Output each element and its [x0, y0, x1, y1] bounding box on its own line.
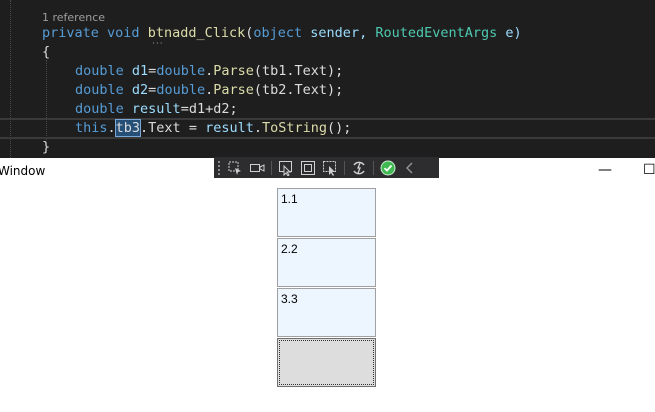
- track-focus-icon[interactable]: [319, 157, 341, 178]
- code-line-open-brace[interactable]: {: [42, 43, 50, 62]
- layout-adorner-icon[interactable]: [297, 157, 319, 178]
- maximize-button[interactable]: ☐: [643, 162, 655, 178]
- code-editor[interactable]: 1 reference private void btnadd_Click(ob…: [0, 0, 655, 158]
- code-line-d2[interactable]: double d2=double.Parse(tb2.Text);: [75, 81, 343, 100]
- in-app-debug-toolbar: [214, 157, 439, 178]
- code-line-close-brace[interactable]: }: [42, 138, 50, 157]
- suggestion-dots: ···: [152, 39, 164, 49]
- video-icon[interactable]: [246, 157, 268, 178]
- add-button[interactable]: [277, 338, 376, 387]
- toolbar-separator: [271, 160, 272, 175]
- textbox-tb2[interactable]: 2.2: [277, 238, 376, 287]
- code-line-signature[interactable]: private void btnadd_Click(object sender,…: [42, 24, 522, 43]
- selected-identifier[interactable]: tb3: [114, 119, 142, 137]
- minimize-button[interactable]: —: [598, 162, 612, 178]
- hot-reload-icon[interactable]: [348, 157, 370, 178]
- pointer-icon[interactable]: [275, 157, 297, 178]
- code-line-result[interactable]: double result=d1+d2;: [75, 100, 238, 119]
- toolbar-separator: [373, 160, 374, 175]
- textbox-tb1[interactable]: 1.1: [277, 188, 376, 237]
- window-title: Window: [0, 164, 46, 178]
- code-line-assign[interactable]: this.tb3.Text = result.ToString();: [75, 119, 351, 138]
- check-icon[interactable]: [377, 157, 399, 178]
- textbox-value: 3.3: [281, 292, 298, 306]
- reference-codelens[interactable]: 1 reference: [42, 11, 105, 24]
- app-window: Window — ☐ 1.1 2.2 3.3: [0, 157, 655, 412]
- toolbar-grip[interactable]: [214, 157, 224, 178]
- select-element-icon[interactable]: [224, 157, 246, 178]
- code-line-d1[interactable]: double d1=double.Parse(tb1.Text);: [75, 62, 343, 81]
- textbox-tb3[interactable]: 3.3: [277, 288, 376, 337]
- chevron-left-icon[interactable]: [399, 157, 421, 178]
- textbox-value: 1.1: [281, 192, 298, 206]
- textbox-value: 2.2: [281, 242, 298, 256]
- toolbar-separator: [344, 160, 345, 175]
